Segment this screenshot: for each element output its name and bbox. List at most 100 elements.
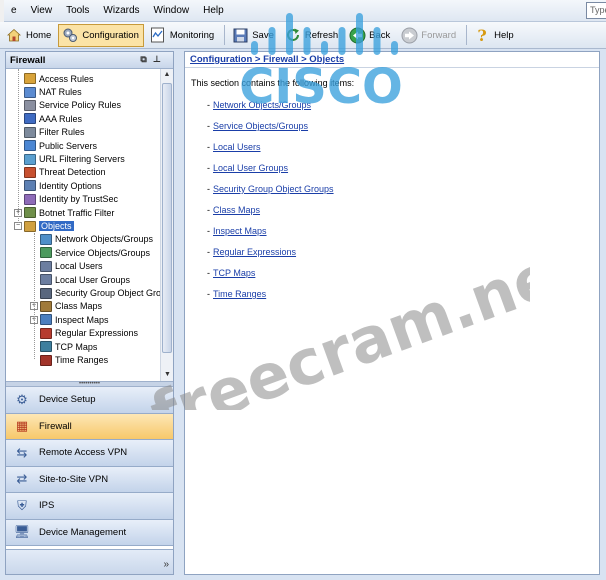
tree-item-tcp-maps[interactable]: TCP Maps [30,340,97,353]
section-firewall[interactable]: ▦ Firewall [6,413,173,440]
botnet-icon [24,207,36,219]
tree-item-public-servers[interactable]: Public Servers [14,139,97,152]
link-local-user-groups[interactable]: - Local User Groups [207,163,288,173]
tree-item-time-ranges[interactable]: Time Ranges [30,353,108,366]
link-label: Regular Expressions [213,247,297,257]
link-service-objects-groups[interactable]: - Service Objects/Groups [207,121,308,131]
breadcrumb[interactable]: Configuration > Firewall > Objects [185,52,599,68]
tree-item-threat-detection[interactable]: Threat Detection [14,166,106,179]
identity-options-icon [24,180,36,192]
link-label: Local Users [213,142,261,152]
help-button[interactable]: ? Help [470,24,519,47]
tree-item-identity-by-trustsec[interactable]: Identity by TrustSec [14,193,118,206]
link-label: Service Objects/Groups [213,121,309,131]
navigation-tree-scrollbar[interactable]: ▲ ▼ [160,69,173,381]
save-button[interactable]: Save [228,24,279,47]
filter-rules-icon [24,126,36,138]
refresh-label: Refresh [304,29,339,41]
tree-item-objects[interactable]: − Objects [14,219,74,232]
tree-item-class-maps[interactable]: + Class Maps [30,300,102,313]
tree-item-aaa-rules[interactable]: AAA Rules [14,112,82,125]
configuration-icon [61,26,79,44]
tree-item-label: Access Rules [39,73,94,84]
tree-item-inspect-maps[interactable]: + Inspect Maps [30,313,109,326]
public-servers-icon [24,140,36,152]
menu-file[interactable]: e [4,5,24,16]
link-regular-expressions[interactable]: - Regular Expressions [207,247,296,257]
tree-item-regular-expressions[interactable]: Regular Expressions [30,327,138,340]
tree-item-security-group-object-gro[interactable]: Security Group Object Gro [30,286,160,299]
bullet-dash: - [207,247,210,257]
link-security-group-object-groups[interactable]: - Security Group Object Groups [207,184,334,194]
local-user-groups-icon [40,274,52,286]
nat-rules-icon [24,86,36,98]
section-site-to-site-vpn[interactable]: ⇄ Site-to-Site VPN [6,466,173,493]
menu-tools[interactable]: Tools [59,5,96,16]
link-tcp-maps[interactable]: - TCP Maps [207,268,255,278]
help-icon: ? [477,25,487,45]
link-label: Network Objects/Groups [213,100,312,110]
section-ips[interactable]: ⛨ IPS [6,493,173,520]
tree-item-label: Security Group Object Gro [55,288,160,299]
monitoring-button[interactable]: Monitoring [146,24,219,47]
link-network-objects-groups[interactable]: - Network Objects/Groups [207,100,311,110]
tree-item-label: Local Users [55,261,103,272]
more-sections-icon[interactable]: » [163,559,169,570]
inspect-maps-icon [40,314,52,326]
tree-item-nat-rules[interactable]: NAT Rules [14,85,82,98]
tree-item-network-objects-groups[interactable]: Network Objects/Groups [30,233,153,246]
back-label: Back [369,29,391,41]
menu-wizards[interactable]: Wizards [96,5,146,16]
save-label: Save [252,29,274,41]
home-button[interactable]: Home [2,24,56,47]
link-local-users[interactable]: - Local Users [207,142,261,152]
tree-item-service-objects-groups[interactable]: Service Objects/Groups [30,246,150,259]
pin-icon[interactable]: ⊥ [153,54,167,64]
tree-item-label: NAT Rules [39,87,82,98]
security-group-icon [40,287,52,299]
time-ranges-icon [40,354,52,366]
menu-window[interactable]: Window [147,5,197,16]
section-intro-text: This section contains the following item… [191,78,355,88]
scroll-down-icon[interactable]: ▼ [161,369,174,381]
aaa-rules-icon [24,113,36,125]
section-device-management[interactable]: 🖥 Device Management [6,519,173,546]
navigation-footer: » [6,549,173,574]
bullet-dash: - [207,100,210,110]
configuration-button[interactable]: Configuration [58,23,144,47]
search-input[interactable]: Type [586,2,606,19]
bullet-dash: - [207,226,210,236]
scrollbar-thumb[interactable] [162,83,172,353]
tree-item-label: Time Ranges [55,355,109,366]
link-label: Class Maps [213,205,261,215]
link-class-maps[interactable]: - Class Maps [207,205,260,215]
tree-item-service-policy-rules[interactable]: Service Policy Rules [14,99,121,112]
section-label: Remote Access VPN [39,447,128,459]
menu-view[interactable]: View [24,5,60,16]
tree-item-identity-options[interactable]: Identity Options [14,179,102,192]
float-window-icon[interactable]: ⧉ [140,54,152,64]
link-inspect-maps[interactable]: - Inspect Maps [207,226,267,236]
forward-label: Forward [421,29,457,41]
scroll-up-icon[interactable]: ▲ [161,69,173,81]
home-label: Home [26,29,52,41]
tree-item-access-rules[interactable]: Access Rules [14,72,94,85]
tree-item-botnet-traffic-filter[interactable]: + Botnet Traffic Filter [14,206,114,219]
trustsec-icon [24,193,36,205]
forward-button[interactable]: Forward [397,24,461,47]
tree-item-label: Service Policy Rules [39,100,122,111]
tree-item-local-users[interactable]: Local Users [30,260,103,273]
tree-item-url-filtering-servers[interactable]: URL Filtering Servers [14,152,125,165]
section-device-setup[interactable]: ⚙ Device Setup [6,387,173,414]
back-button[interactable]: Back [345,24,395,47]
tree-item-label: Filter Rules [39,127,85,138]
link-time-ranges[interactable]: - Time Ranges [207,289,266,299]
menu-help[interactable]: Help [196,5,231,16]
tree-item-filter-rules[interactable]: Filter Rules [14,126,85,139]
url-filtering-icon [24,153,36,165]
threat-detection-icon [24,166,36,178]
tree-item-local-user-groups[interactable]: Local User Groups [30,273,130,286]
section-remote-access-vpn[interactable]: ⇆ Remote Access VPN [6,440,173,467]
section-label: IPS [39,500,55,512]
refresh-button[interactable]: Refresh [281,24,343,47]
